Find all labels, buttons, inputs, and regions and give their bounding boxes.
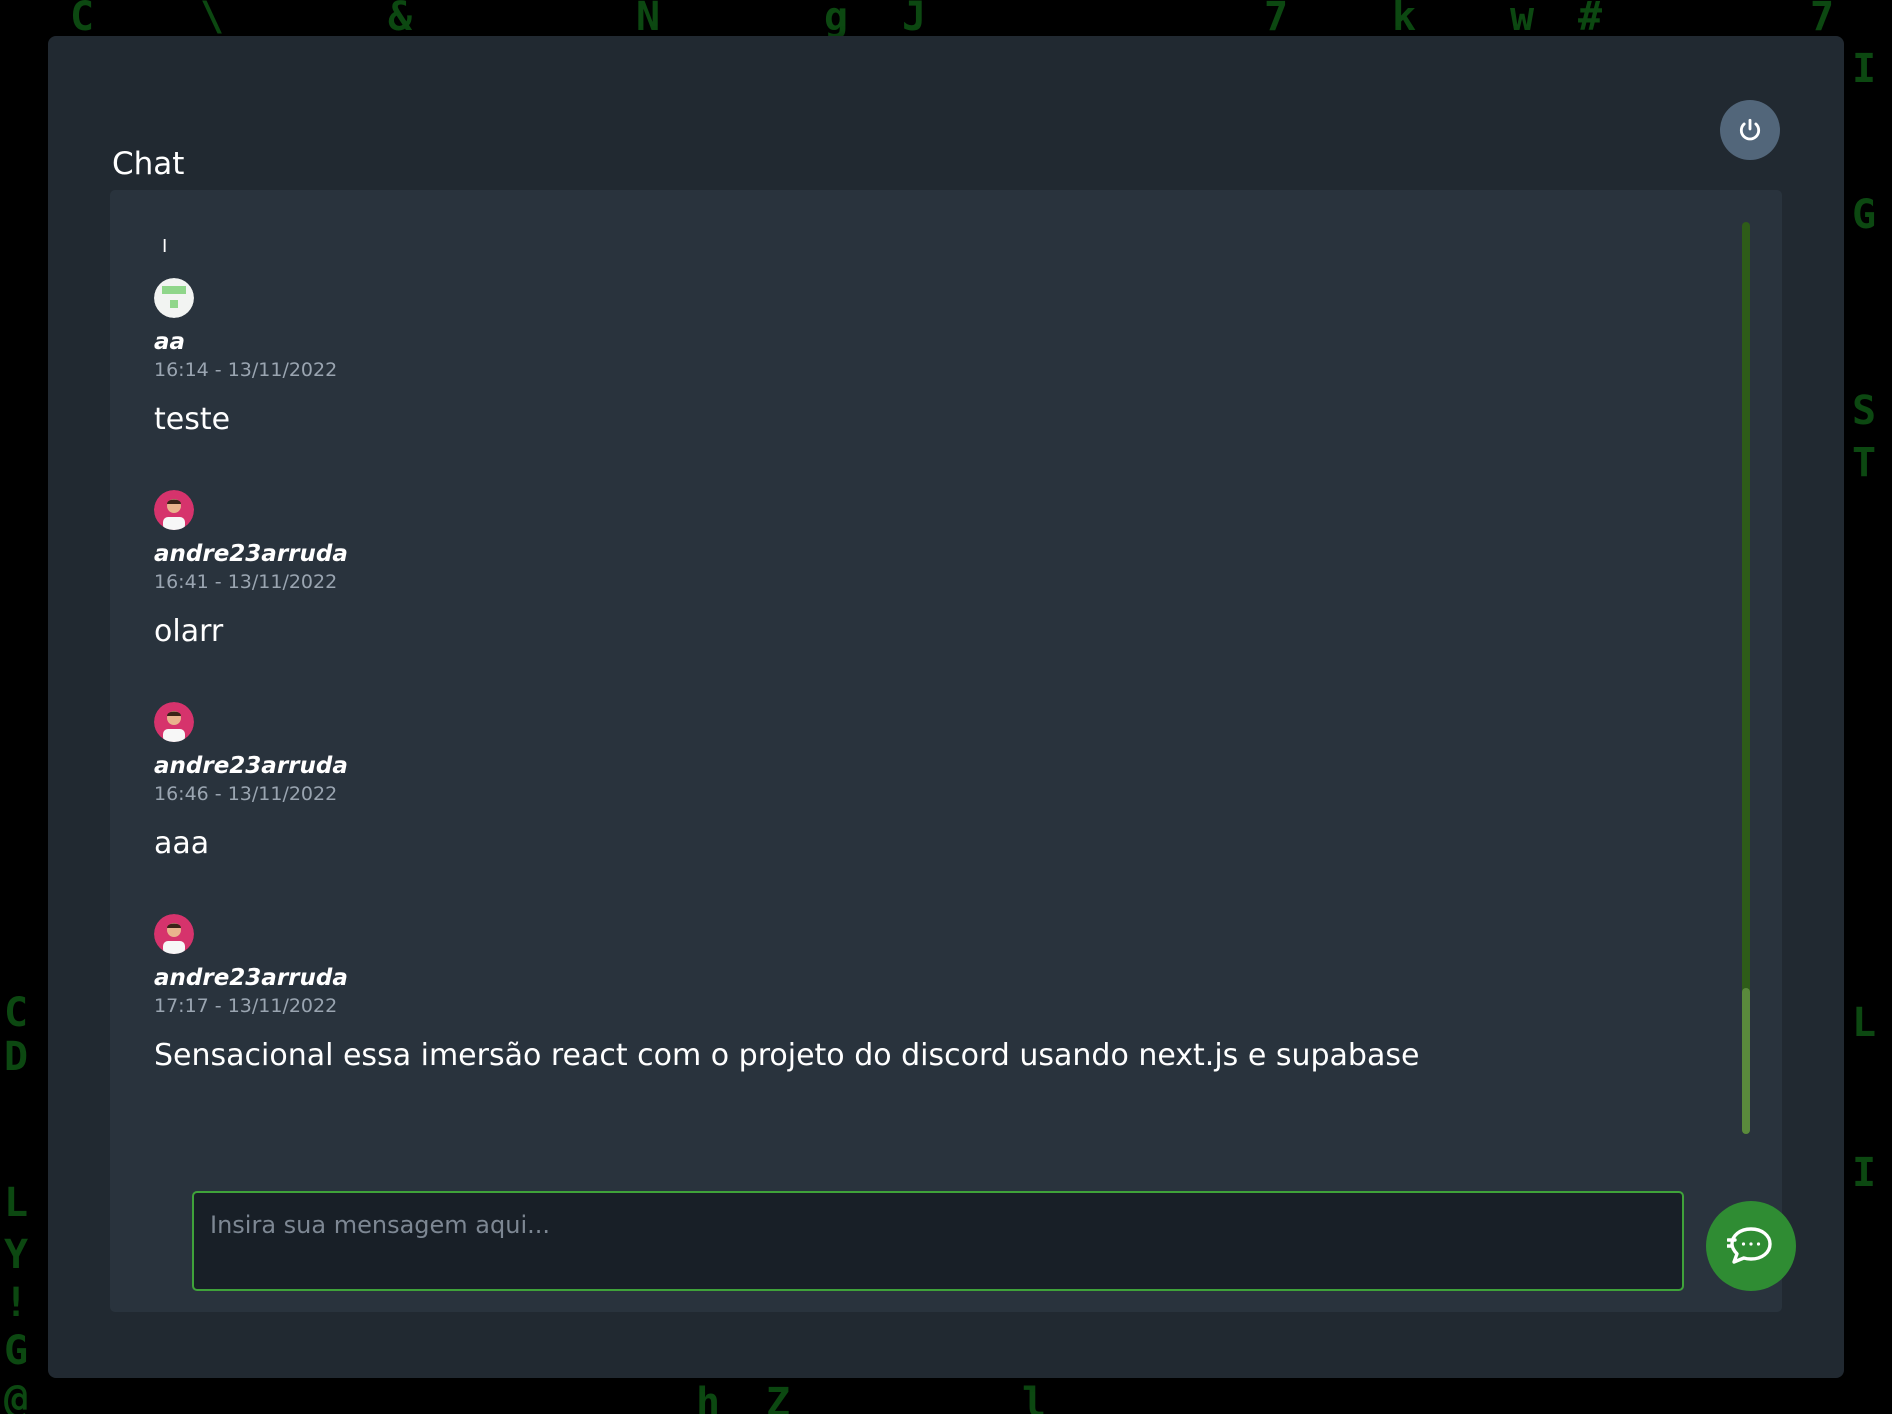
chat-bubble-icon xyxy=(1727,1227,1772,1264)
background-glyph: Y xyxy=(4,1232,29,1278)
scrollbar-thumb[interactable] xyxy=(1742,988,1750,1134)
generic-avatar-icon xyxy=(154,278,194,318)
message-text: teste xyxy=(154,402,231,437)
message-list[interactable]: I aa 16:14 - 13/11/2022 teste andre23arr… xyxy=(110,190,1770,1150)
message-timestamp: 17:17 - 13/11/2022 xyxy=(154,995,338,1017)
background-glyph: Z xyxy=(766,1380,791,1414)
background-glyph: C xyxy=(4,990,29,1036)
background-glyph: & xyxy=(388,0,413,40)
user-photo-avatar-icon xyxy=(154,702,194,742)
message-username[interactable]: andre23arruda xyxy=(154,964,1714,992)
background-glyph: D xyxy=(4,1034,29,1080)
background-glyph: \ xyxy=(200,0,225,40)
partial-message-text: I xyxy=(162,236,168,257)
message-username[interactable]: andre23arruda xyxy=(154,540,1714,568)
background-glyph: L xyxy=(4,1180,29,1226)
background-glyph: I xyxy=(1852,1150,1877,1196)
background-glyph: g xyxy=(824,0,849,40)
user-photo-avatar-icon xyxy=(154,914,194,954)
message-username[interactable]: andre23arruda xyxy=(154,752,1714,780)
message-username[interactable]: aa xyxy=(154,328,1714,356)
message-item: andre23arruda 17:17 - 13/11/2022 Sensaci… xyxy=(154,914,1714,1074)
background-glyph: l xyxy=(1022,1380,1047,1414)
background-glyph: h xyxy=(696,1380,721,1414)
power-icon xyxy=(1739,118,1761,141)
chat-panel: Chat I aa 16:14 - 13/11/2022 teste andre… xyxy=(48,36,1844,1378)
background-glyph: C xyxy=(70,0,95,40)
message-item: andre23arruda 16:46 - 13/11/2022 aaa xyxy=(154,702,1714,862)
message-timestamp: 16:14 - 13/11/2022 xyxy=(154,359,338,381)
message-text: Sensacional essa imersão react com o pro… xyxy=(154,1038,1420,1073)
background-glyph: J xyxy=(902,0,927,40)
background-glyph: G xyxy=(4,1328,29,1374)
background-glyph: @ xyxy=(4,1376,29,1414)
message-input-container xyxy=(192,1191,1684,1291)
background-glyph: 7 xyxy=(1264,0,1289,40)
background-glyph: L xyxy=(1852,1000,1877,1046)
page-title: Chat xyxy=(112,146,185,182)
background-glyph: S xyxy=(1852,388,1877,434)
message-timestamp: 16:41 - 13/11/2022 xyxy=(154,571,338,593)
logout-button[interactable] xyxy=(1720,100,1780,160)
message-text: aaa xyxy=(154,826,210,861)
send-button[interactable] xyxy=(1706,1201,1796,1291)
message-item: aa 16:14 - 13/11/2022 teste xyxy=(154,278,1714,438)
background-glyph: w xyxy=(1510,0,1535,40)
message-timestamp: 16:46 - 13/11/2022 xyxy=(154,783,338,805)
background-glyph: G xyxy=(1852,192,1877,238)
background-glyph: N xyxy=(636,0,661,40)
message-text: olarr xyxy=(154,614,224,649)
user-photo-avatar-icon xyxy=(154,490,194,530)
background-glyph: k xyxy=(1392,0,1417,40)
background-glyph: T xyxy=(1852,440,1877,486)
background-glyph: # xyxy=(1578,0,1603,40)
background-glyph: I xyxy=(1852,46,1877,92)
message-input[interactable] xyxy=(194,1193,1682,1289)
scrollbar[interactable] xyxy=(1742,222,1750,1134)
background-glyph: 7 xyxy=(1810,0,1835,40)
background-glyph: ! xyxy=(4,1280,29,1326)
chat-area: I aa 16:14 - 13/11/2022 teste andre23arr… xyxy=(110,190,1796,1312)
message-item: andre23arruda 16:41 - 13/11/2022 olarr xyxy=(154,490,1714,650)
